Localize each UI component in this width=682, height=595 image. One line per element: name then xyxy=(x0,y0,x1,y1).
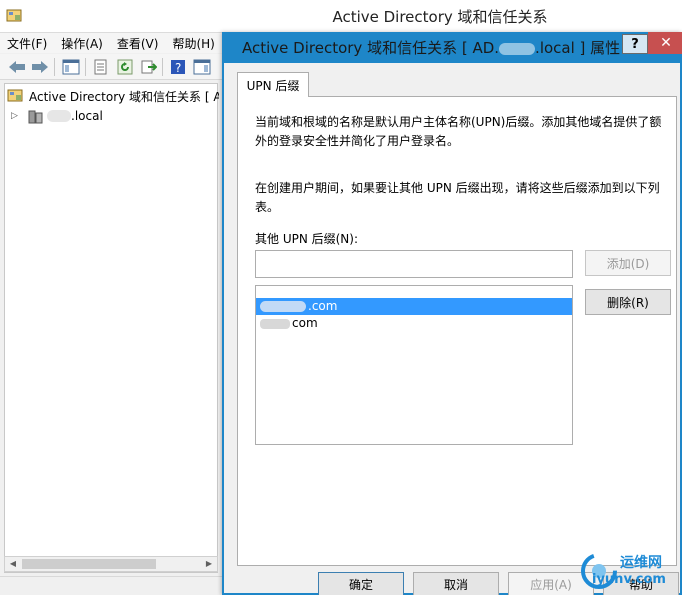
console-tree[interactable]: Active Directory 域和信任关系 [ A ▷ .local xyxy=(4,83,219,573)
properties-sheet-icon[interactable] xyxy=(91,57,111,77)
tree-root-label: Active Directory 域和信任关系 [ A xyxy=(29,89,219,104)
watermark-text-2: iyunv.com xyxy=(592,572,666,587)
dialog-title: Active Directory 域和信任关系 [ AD. .local ] 属性 xyxy=(242,37,620,58)
list-item[interactable]: .com xyxy=(256,298,572,315)
close-button[interactable]: ✕ xyxy=(648,32,682,54)
alternative-upn-suffix-label: 其他 UPN 后缀(N): xyxy=(255,232,359,246)
description-text-2: 在创建用户期间，如果要让其他 UPN 后缀出现，请将这些后缀添加到以下列表。 xyxy=(255,181,660,214)
tab-upn-suffixes[interactable]: UPN 后缀 xyxy=(237,72,309,97)
menu-help[interactable]: 帮助(H) xyxy=(165,33,221,53)
refresh-icon[interactable] xyxy=(115,57,135,77)
ad-domains-app-icon xyxy=(6,7,24,25)
tree-domain-label: .local xyxy=(71,109,103,123)
tree-root-item[interactable]: Active Directory 域和信任关系 [ A xyxy=(7,86,219,106)
redacted-domain-name xyxy=(47,110,71,122)
toolbar-separator xyxy=(54,58,55,76)
back-arrow-icon[interactable] xyxy=(7,57,27,77)
scroll-right-icon[interactable]: ▶ xyxy=(201,557,217,571)
description-text-1: 当前域和根域的名称是默认用户主体名称(UPN)后缀。添加其他域名提供了额外的登录… xyxy=(255,115,662,148)
domain-server-icon xyxy=(27,108,45,124)
tree-horizontal-scrollbar[interactable]: ◀ ▶ xyxy=(4,556,218,572)
menu-file[interactable]: 文件(F) xyxy=(0,33,54,53)
dialog-title-suffix: .local ] 属性 xyxy=(535,39,621,57)
tree-domain-item[interactable]: ▷ .local xyxy=(11,106,223,126)
status-bar xyxy=(0,576,230,595)
redacted-domain-name xyxy=(499,42,536,55)
ok-button[interactable]: 确定 xyxy=(318,572,404,595)
help-icon[interactable]: ? xyxy=(168,57,188,77)
show-action-pane-icon[interactable] xyxy=(192,57,212,77)
main-window-title: Active Directory 域和信任关系 xyxy=(332,8,548,26)
main-titlebar: Active Directory 域和信任关系 xyxy=(0,0,682,33)
upn-suffix-panel: 当前域和根域的名称是默认用户主体名称(UPN)后缀。添加其他域名提供了额外的登录… xyxy=(237,96,677,566)
cancel-button[interactable]: 取消 xyxy=(413,572,499,595)
forward-arrow-icon[interactable] xyxy=(30,57,50,77)
menu-view[interactable]: 查看(V) xyxy=(110,33,166,53)
remove-button[interactable]: 删除(R) xyxy=(585,289,671,315)
context-help-button[interactable]: ? xyxy=(622,34,648,54)
properties-dialog: Active Directory 域和信任关系 [ AD. .local ] 属性… xyxy=(222,32,682,595)
menu-action[interactable]: 操作(A) xyxy=(54,33,110,53)
svg-text:?: ? xyxy=(175,61,181,75)
site-watermark: 运维网 iyunv.com xyxy=(572,548,682,595)
menubar: 文件(F) 操作(A) 查看(V) 帮助(H) xyxy=(0,33,230,53)
list-item-label: .com xyxy=(308,299,338,313)
dialog-title-prefix: Active Directory 域和信任关系 [ AD. xyxy=(242,39,500,57)
show-hide-console-tree-icon[interactable] xyxy=(61,57,81,77)
expand-arrow-icon[interactable]: ▷ xyxy=(11,111,23,121)
ad-domains-tree-icon xyxy=(7,88,25,104)
toolbar-separator xyxy=(162,58,163,76)
dialog-titlebar[interactable]: Active Directory 域和信任关系 [ AD. .local ] 属性… xyxy=(224,32,682,63)
toolbar-separator xyxy=(85,58,86,76)
redacted-suffix xyxy=(260,301,306,312)
list-item-label: com xyxy=(292,316,318,330)
upn-suffix-list[interactable]: .com com xyxy=(255,285,573,445)
scrollbar-thumb[interactable] xyxy=(22,559,156,569)
add-button[interactable]: 添加(D) xyxy=(585,250,671,276)
scroll-left-icon[interactable]: ◀ xyxy=(5,557,21,571)
watermark-text-1: 运维网 xyxy=(620,555,662,571)
redacted-suffix xyxy=(260,318,290,329)
toolbar: ? xyxy=(0,54,230,80)
upn-suffix-input[interactable] xyxy=(255,250,573,278)
export-list-icon[interactable] xyxy=(139,57,159,77)
list-item[interactable]: com xyxy=(256,315,572,332)
